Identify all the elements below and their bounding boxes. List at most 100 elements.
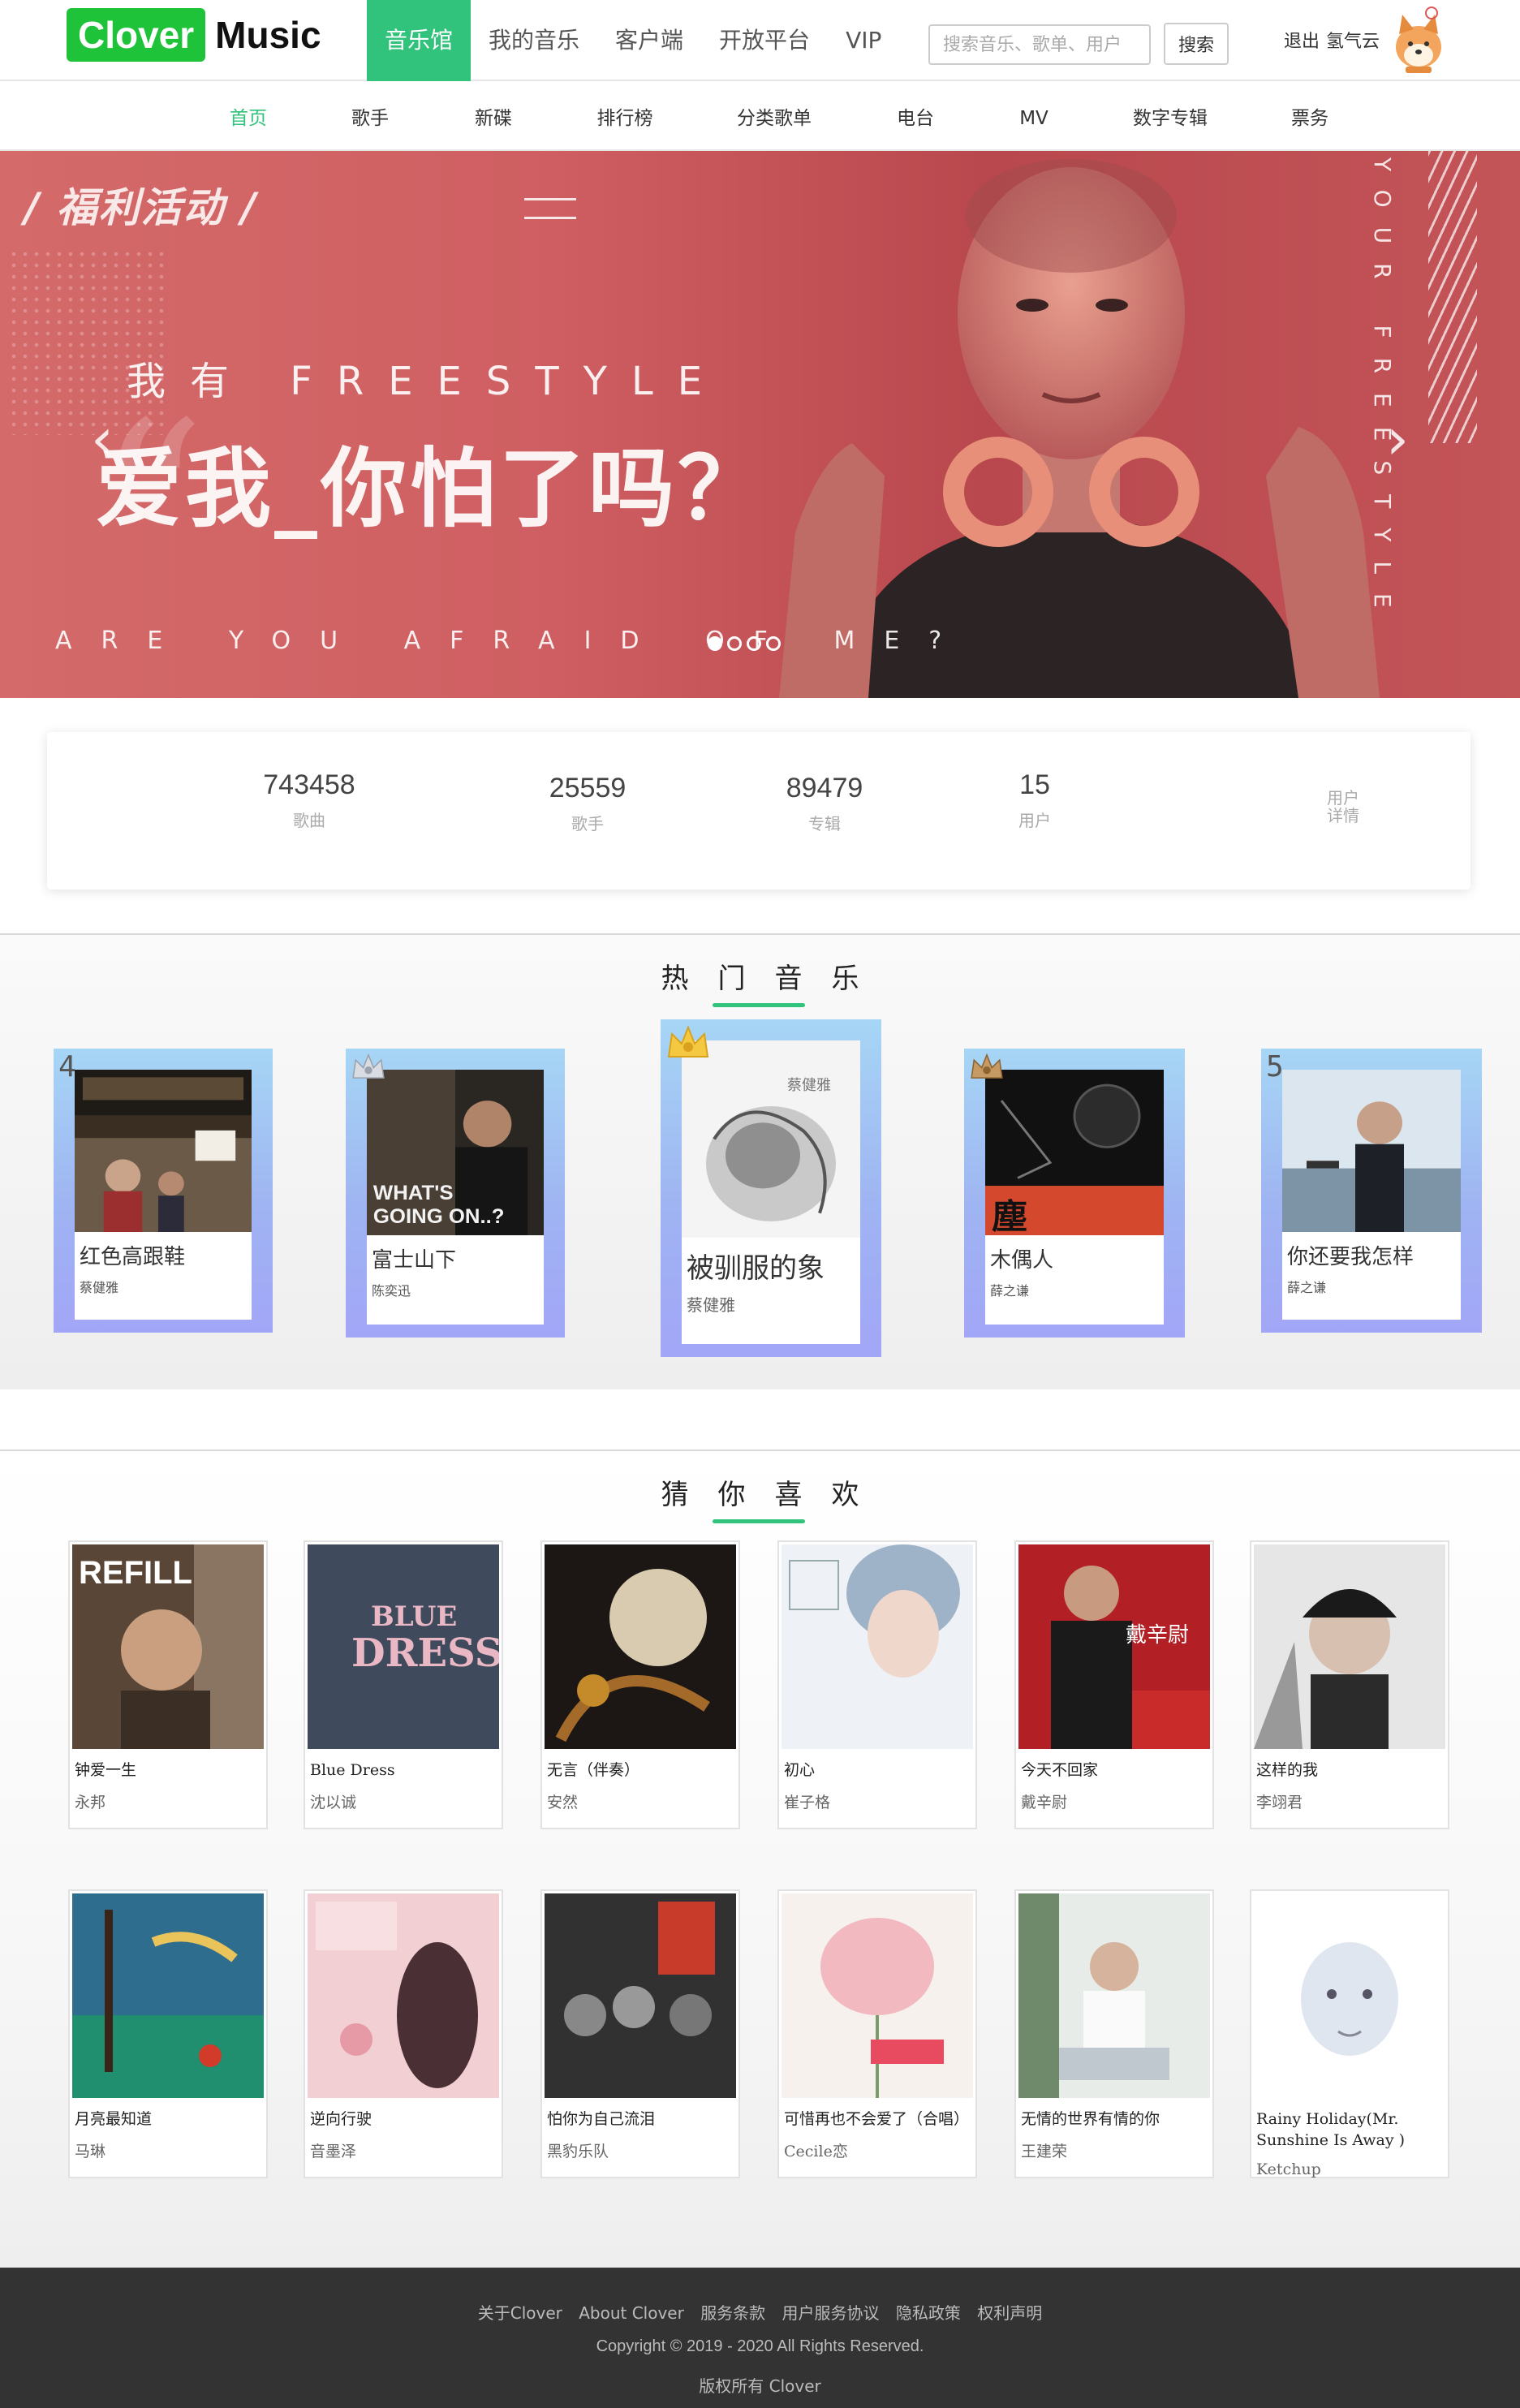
hot-song-card[interactable]: 塵 木偶人 薛之谦 [964, 1049, 1185, 1338]
artist-name[interactable]: 沈以诚 [305, 1781, 502, 1812]
recommend-card[interactable]: 戴辛尉 今天不回家 戴辛尉 [1014, 1540, 1214, 1829]
svg-text:BLUE: BLUE [371, 1600, 457, 1633]
artist-name[interactable]: 崔子格 [779, 1781, 975, 1812]
artist-name[interactable]: 安然 [542, 1781, 738, 1812]
site-logo[interactable]: Clover Music [67, 6, 321, 63]
recommend-card[interactable]: BLUE DRESS Blue Dress 沈以诚 [304, 1540, 503, 1829]
artist-name[interactable]: 永邦 [70, 1781, 266, 1812]
stripe-decoration [1428, 151, 1477, 443]
carousel-indicators [708, 636, 781, 651]
banner-line-3: ARE YOU AFRAID OF ME? [55, 627, 971, 655]
subnav-singers[interactable]: 歌手 [351, 81, 389, 156]
song-title[interactable]: 你还要我怎样 [1282, 1232, 1461, 1273]
user-details-link[interactable]: 用户详情 [1323, 789, 1363, 825]
song-title[interactable]: 木偶人 [985, 1235, 1164, 1277]
subnav-mv[interactable]: MV [1019, 81, 1048, 156]
search-input[interactable] [928, 24, 1151, 65]
song-title[interactable]: 无情的世界有情的你 [1016, 2100, 1212, 2130]
subnav-digital-albums[interactable]: 数字专辑 [1133, 81, 1208, 156]
song-title[interactable]: 逆向行驶 [305, 2100, 502, 2130]
chevron-right-icon[interactable]: › [1386, 411, 1409, 467]
artist-name[interactable]: 蔡健雅 [75, 1273, 252, 1299]
song-title[interactable]: 这样的我 [1251, 1751, 1448, 1781]
song-title[interactable]: 富士山下 [367, 1235, 544, 1277]
stat-label: 歌手 [571, 814, 604, 834]
artist-name[interactable]: 音墨泽 [305, 2130, 502, 2161]
recommend-card[interactable]: 逆向行驶 音墨泽 [304, 1889, 503, 2178]
artist-name[interactable]: 戴辛尉 [1016, 1781, 1212, 1812]
artist-name[interactable]: 薛之谦 [1282, 1273, 1461, 1299]
footer-link-user-agreement[interactable]: 用户服务协议 [782, 2303, 880, 2323]
song-title[interactable]: 可惜再也不会爱了（合唱） [779, 2100, 975, 2130]
recommend-card[interactable]: 怕你为自己流泪 黑豹乐队 [540, 1889, 740, 2178]
nav-vip[interactable]: VIP [828, 0, 899, 81]
artist-name[interactable]: 陈奕迅 [367, 1277, 544, 1303]
hot-song-card[interactable]: 4 红色高跟鞋 蔡健雅 [54, 1049, 273, 1333]
subnav-tickets[interactable]: 票务 [1291, 81, 1328, 156]
hot-song-card[interactable]: 蔡健雅 被驯服的象 蔡健雅 [661, 1019, 881, 1357]
subnav-playlists[interactable]: 分类歌单 [737, 81, 812, 156]
recommend-card[interactable]: Rainy Holiday(Mr. Sunshine Is Away ) Ket… [1250, 1889, 1449, 2178]
title-underline [713, 1519, 805, 1523]
hero-banner[interactable]: “ / 福利活动 / 我有 FREESTYLE 爱我_你怕了吗？ ARE YOU… [0, 151, 1520, 698]
album-cover [72, 1893, 264, 2098]
footer-link-about-cn[interactable]: 关于Clover [478, 2303, 562, 2323]
artist-name[interactable]: 薛之谦 [985, 1277, 1164, 1303]
artist-name[interactable]: 马琳 [70, 2130, 266, 2161]
album-cover [545, 1544, 736, 1749]
artist-name[interactable]: 李翊君 [1251, 1781, 1448, 1812]
banner-line-1: 我有 FREESTYLE [127, 359, 727, 404]
artist-name[interactable]: 王建荣 [1016, 2130, 1212, 2161]
song-title[interactable]: Blue Dress [305, 1751, 502, 1781]
recommend-card[interactable]: REFILL 钟爱一生 永邦 [68, 1540, 268, 1829]
footer-link-about-en[interactable]: About Clover [579, 2303, 684, 2323]
song-title[interactable]: 初心 [779, 1751, 975, 1781]
chevron-left-icon[interactable]: ‹ [91, 411, 114, 467]
recommend-card[interactable]: 可惜再也不会爱了（合唱） Cecile恋 [777, 1889, 977, 2178]
subnav-new-albums[interactable]: 新碟 [475, 81, 512, 156]
artist-name[interactable]: Cecile恋 [779, 2130, 975, 2161]
footer-link-privacy[interactable]: 隐私政策 [896, 2303, 961, 2323]
recommend-card[interactable]: 月亮最知道 马琳 [68, 1889, 268, 2178]
carousel-dot[interactable] [747, 636, 761, 651]
shiba-avatar-icon[interactable] [1386, 5, 1449, 75]
hot-song-card[interactable]: 5 你还要我怎样 薛之谦 [1261, 1049, 1482, 1333]
nav-open-platform[interactable]: 开放平台 [701, 0, 828, 81]
recommend-card[interactable]: 这样的我 李翊君 [1250, 1540, 1449, 1829]
logout-link[interactable]: 退出 [1284, 27, 1320, 53]
song-title[interactable]: 钟爱一生 [70, 1751, 266, 1781]
nav-my-music[interactable]: 我的音乐 [471, 0, 597, 81]
song-title[interactable]: 红色高跟鞋 [75, 1232, 252, 1273]
carousel-dot[interactable] [766, 636, 781, 651]
hot-song-card[interactable]: WHAT'S GOING ON..? 富士山下 陈奕迅 [346, 1049, 565, 1338]
artist-name[interactable]: 黑豹乐队 [542, 2130, 738, 2161]
subnav-home[interactable]: 首页 [230, 81, 267, 156]
nav-client[interactable]: 客户端 [597, 0, 701, 81]
song-title[interactable]: 今天不回家 [1016, 1751, 1212, 1781]
svg-text:戴辛尉: 戴辛尉 [1126, 1623, 1189, 1648]
subnav-charts[interactable]: 排行榜 [597, 81, 653, 156]
album-cover [308, 1893, 499, 2098]
nav-music-hall[interactable]: 音乐馆 [367, 0, 472, 81]
recommend-card[interactable]: 无情的世界有情的你 王建荣 [1014, 1889, 1214, 2178]
footer-link-rights[interactable]: 权利声明 [977, 2303, 1042, 2323]
footer-link-terms[interactable]: 服务条款 [700, 2303, 765, 2323]
svg-text:REFILL: REFILL [79, 1555, 192, 1591]
song-title[interactable]: 无言（伴奏） [542, 1751, 738, 1781]
recommend-card[interactable]: 初心 崔子格 [777, 1540, 977, 1829]
carousel-dot[interactable] [708, 636, 722, 651]
subnav-radio[interactable]: 电台 [897, 81, 934, 156]
artist-name[interactable]: 蔡健雅 [682, 1289, 860, 1319]
song-title[interactable]: 怕你为自己流泪 [542, 2100, 738, 2130]
banner-headline: 爱我_你怕了吗？ [96, 439, 767, 539]
stat-value: 25559 [549, 773, 627, 803]
carousel-dot[interactable] [727, 636, 742, 651]
artist-name[interactable]: Ketchup [1251, 2151, 1448, 2178]
search-button[interactable]: 搜索 [1164, 23, 1229, 65]
stat-label: 专辑 [807, 814, 841, 834]
recommend-card[interactable]: 无言（伴奏） 安然 [540, 1540, 740, 1829]
song-title[interactable]: 月亮最知道 [70, 2100, 266, 2130]
song-title[interactable]: Rainy Holiday(Mr. Sunshine Is Away ) [1251, 2100, 1448, 2151]
album-cover [545, 1893, 736, 2098]
song-title[interactable]: 被驯服的象 [682, 1238, 860, 1289]
